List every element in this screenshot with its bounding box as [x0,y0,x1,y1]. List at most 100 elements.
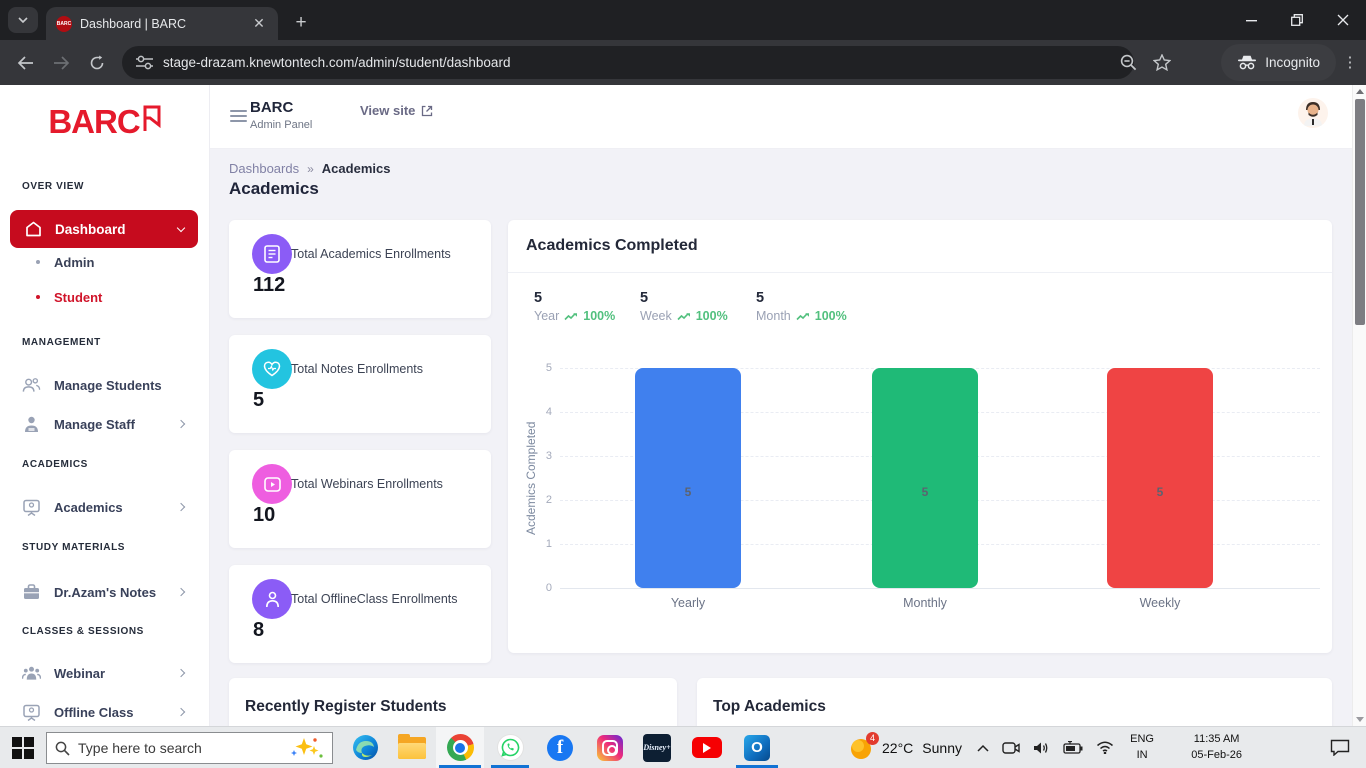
stat-percent: 100% [696,309,728,323]
window-minimize-button[interactable] [1228,0,1274,40]
academics-completed-card: Academics Completed 5 Year 100% 5 Week 1… [508,220,1332,653]
sidebar-item-dashboard[interactable]: Dashboard [10,210,198,248]
language-indicator[interactable]: ENGIN [1130,727,1154,768]
window-close-button[interactable] [1320,0,1366,40]
bar-weekly[interactable]: 5 [1107,368,1213,588]
battery-icon[interactable] [1063,741,1083,754]
instagram-icon [597,735,623,761]
chevron-down-icon [177,223,185,231]
sidebar-item-manage-students[interactable]: Manage Students [22,372,198,398]
sidebar-item-student[interactable]: Student [36,285,196,309]
stat-value: 10 [253,504,275,527]
x-axis-category: Monthly [872,596,978,610]
stat-card-webinars-enrollments: Total Webinars Enrollments 10 [229,450,491,548]
stat-icon-circle [252,349,292,389]
tab-list-chevron-button[interactable] [8,7,38,33]
sidebar-section-study-materials: STUDY MATERIALS [22,542,125,553]
action-center-button[interactable] [1330,727,1350,768]
breadcrumb-dashboards[interactable]: Dashboards [229,161,299,176]
taskbar-instagram[interactable] [586,727,634,768]
chart-stat-year: 5 Year 100% [534,290,615,323]
sidebar-item-label: Dr.Azam's Notes [54,585,156,600]
x-axis-category: Weekly [1107,596,1213,610]
sidebar-item-label: Admin [54,255,94,270]
brand-block: BARC Admin Panel [250,99,312,131]
lang-region: IN [1130,748,1154,764]
volume-icon[interactable] [1033,741,1050,755]
bar-value-label: 5 [922,485,929,499]
sidebar-item-admin[interactable]: Admin [36,250,196,274]
chevron-right-icon [177,503,185,511]
y-tick: 5 [508,362,552,374]
clock-widget[interactable]: 11:35 AM05-Feb-26 [1191,727,1242,768]
briefcase-icon [22,584,41,600]
stat-value: 5 [534,290,615,306]
chevron-right-icon [177,420,185,428]
view-site-link[interactable]: View site [360,103,433,118]
sidebar-item-offline-class[interactable]: Offline Class [22,699,198,725]
stat-label: Total Notes Enrollments [291,362,423,376]
taskbar-outlook[interactable]: O [733,727,781,768]
tab-close-icon[interactable]: ✕ [250,15,268,33]
taskbar-facebook[interactable]: f [536,727,584,768]
monitor-icon [22,704,41,721]
scrollbar-thumb[interactable] [1355,99,1365,325]
bar-yearly[interactable]: 5 [635,368,741,588]
browser-tab[interactable]: BARC Dashboard | BARC ✕ [46,7,278,40]
window-restore-button[interactable] [1274,0,1320,40]
user-avatar[interactable] [1298,98,1328,128]
chart-stat-month: 5 Month 100% [756,290,847,323]
wifi-icon[interactable] [1096,741,1114,754]
taskbar-youtube[interactable] [683,727,731,768]
sidebar-item-label: Manage Staff [54,417,135,432]
page-scrollbar[interactable] [1352,85,1366,726]
home-icon [24,221,43,237]
stat-value: 8 [253,619,264,642]
brand-subtitle: Admin Panel [250,119,312,131]
new-tab-button[interactable]: + [288,10,314,36]
taskbar-search[interactable] [46,732,333,764]
start-button[interactable] [12,737,34,759]
recently-register-students-card: Recently Register Students [229,678,677,726]
menu-toggle-button[interactable] [230,107,247,125]
hidden-icons-chevron[interactable] [977,744,989,752]
stat-percent: 100% [583,309,615,323]
weather-widget[interactable]: 4 22°C Sunny [849,727,962,768]
search-input[interactable] [78,740,280,756]
meet-now-icon[interactable] [1002,741,1020,755]
sidebar-item-dr-azams-notes[interactable]: Dr.Azam's Notes [22,579,198,605]
browser-menu-button[interactable]: ⋮ [1338,50,1362,74]
taskbar-disney-plus[interactable]: Disney+ [633,727,681,768]
bar-monthly[interactable]: 5 [872,368,978,588]
taskbar-whatsapp[interactable] [486,727,534,768]
stat-label: Year [534,309,559,323]
incognito-badge[interactable]: Incognito [1221,44,1336,81]
app-logo[interactable]: BARC [0,103,210,141]
bookmark-button[interactable] [1148,49,1176,77]
url-bar[interactable]: stage-drazam.knewtontech.com/admin/stude… [122,46,1134,79]
system-tray [977,727,1114,768]
back-button[interactable] [10,48,40,78]
stat-value: 112 [253,274,285,297]
url-text[interactable]: stage-drazam.knewtontech.com/admin/stude… [163,55,510,70]
outlook-icon: O [744,735,770,761]
taskbar-chrome[interactable] [436,727,484,768]
video-icon [264,477,281,492]
reload-button[interactable] [82,48,112,78]
page-title: Academics [229,179,319,199]
disney-label: Disney+ [643,743,670,752]
forward-button[interactable] [46,48,76,78]
weather-desc: Sunny [922,740,962,756]
sidebar-item-webinar[interactable]: Webinar [22,660,198,686]
scrollbar-down-arrow[interactable] [1356,717,1364,722]
taskbar-file-explorer[interactable] [388,727,436,768]
scrollbar-up-arrow[interactable] [1356,89,1364,94]
stat-icon-circle [252,579,292,619]
zoom-button[interactable] [1114,49,1142,77]
sidebar-item-academics[interactable]: Academics [22,494,198,520]
copilot-sparkle-icon [288,736,324,760]
y-tick: 3 [508,450,552,462]
sidebar-item-manage-staff[interactable]: Manage Staff [22,411,198,437]
staff-person-icon [22,416,41,433]
taskbar-edge[interactable] [341,727,389,768]
